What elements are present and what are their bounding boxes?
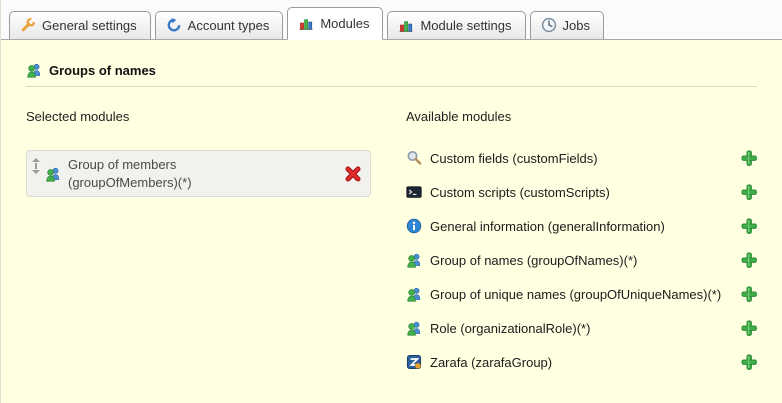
add-module-button[interactable] bbox=[741, 354, 757, 370]
delete-module-button[interactable] bbox=[344, 165, 362, 183]
tab-bar: General settings Account types Modules M… bbox=[1, 0, 782, 40]
list-item: Zarafa (zarafaGroup) bbox=[406, 352, 757, 372]
list-item: Group of names (groupOfNames)(*) bbox=[406, 250, 757, 270]
tab-modules[interactable]: Modules bbox=[287, 7, 383, 40]
info-icon bbox=[406, 218, 422, 234]
group-icon bbox=[406, 286, 422, 302]
tab-module-settings[interactable]: Module settings bbox=[387, 11, 525, 39]
add-module-button[interactable] bbox=[741, 320, 757, 336]
selected-modules-column: Selected modules Group of members (group… bbox=[26, 109, 384, 386]
group-icon bbox=[26, 62, 42, 78]
script-icon bbox=[406, 184, 422, 200]
add-module-button[interactable] bbox=[741, 286, 757, 302]
selected-modules-header: Selected modules bbox=[26, 109, 384, 124]
module-label: Custom scripts (customScripts) bbox=[430, 185, 610, 200]
tab-jobs[interactable]: Jobs bbox=[530, 11, 604, 39]
drag-handle-icon[interactable] bbox=[31, 157, 43, 177]
list-item: Group of unique names (groupOfUniqueName… bbox=[406, 284, 757, 304]
tab-label: General settings bbox=[42, 18, 137, 33]
list-item: Custom fields (customFields) bbox=[406, 148, 757, 168]
tab-general-settings[interactable]: General settings bbox=[9, 11, 151, 39]
module-label: Group of names (groupOfNames)(*) bbox=[430, 253, 637, 268]
section-title: Groups of names bbox=[49, 63, 156, 78]
module-selection-screen: General settings Account types Modules M… bbox=[0, 0, 782, 403]
tab-panel-modules: Groups of names Selected modules Group o… bbox=[1, 40, 782, 386]
group-icon bbox=[406, 252, 422, 268]
list-item: Custom scripts (customScripts) bbox=[406, 182, 757, 202]
add-module-button[interactable] bbox=[741, 184, 757, 200]
tab-label: Account types bbox=[188, 18, 270, 33]
module-label: Zarafa (zarafaGroup) bbox=[430, 355, 552, 370]
section-divider bbox=[26, 86, 757, 87]
section-header: Groups of names bbox=[26, 62, 757, 78]
available-modules-list: Custom fields (customFields) Custom scri… bbox=[406, 148, 757, 386]
tab-label: Jobs bbox=[563, 18, 590, 33]
add-module-button[interactable] bbox=[741, 252, 757, 268]
module-label: Role (organizationalRole)(*) bbox=[430, 321, 590, 336]
tab-label: Module settings bbox=[420, 18, 511, 33]
module-label: Custom fields (customFields) bbox=[430, 151, 598, 166]
group-icon bbox=[45, 166, 61, 182]
add-module-button[interactable] bbox=[741, 150, 757, 166]
magnifier-icon bbox=[406, 150, 422, 166]
available-modules-header: Available modules bbox=[406, 109, 757, 124]
add-module-button[interactable] bbox=[741, 218, 757, 234]
group-icon bbox=[406, 320, 422, 336]
available-modules-column: Available modules Custom fields (customF… bbox=[406, 109, 757, 386]
module-label: Group of unique names (groupOfUniqueName… bbox=[430, 287, 721, 302]
zarafa-icon bbox=[406, 354, 422, 370]
tab-label: Modules bbox=[320, 16, 369, 31]
tab-account-types[interactable]: Account types bbox=[155, 11, 284, 39]
list-item: General information (generalInformation) bbox=[406, 216, 757, 236]
module-label: General information (generalInformation) bbox=[430, 219, 665, 234]
chart-icon bbox=[398, 17, 414, 33]
sync-icon bbox=[166, 17, 182, 33]
selected-module-label: Group of members (groupOfMembers)(*) bbox=[68, 156, 238, 191]
clock-icon bbox=[541, 17, 557, 33]
chart-icon bbox=[298, 15, 314, 31]
selected-module-item[interactable]: Group of members (groupOfMembers)(*) bbox=[26, 150, 371, 197]
wrench-icon bbox=[20, 17, 36, 33]
list-item: Role (organizationalRole)(*) bbox=[406, 318, 757, 338]
